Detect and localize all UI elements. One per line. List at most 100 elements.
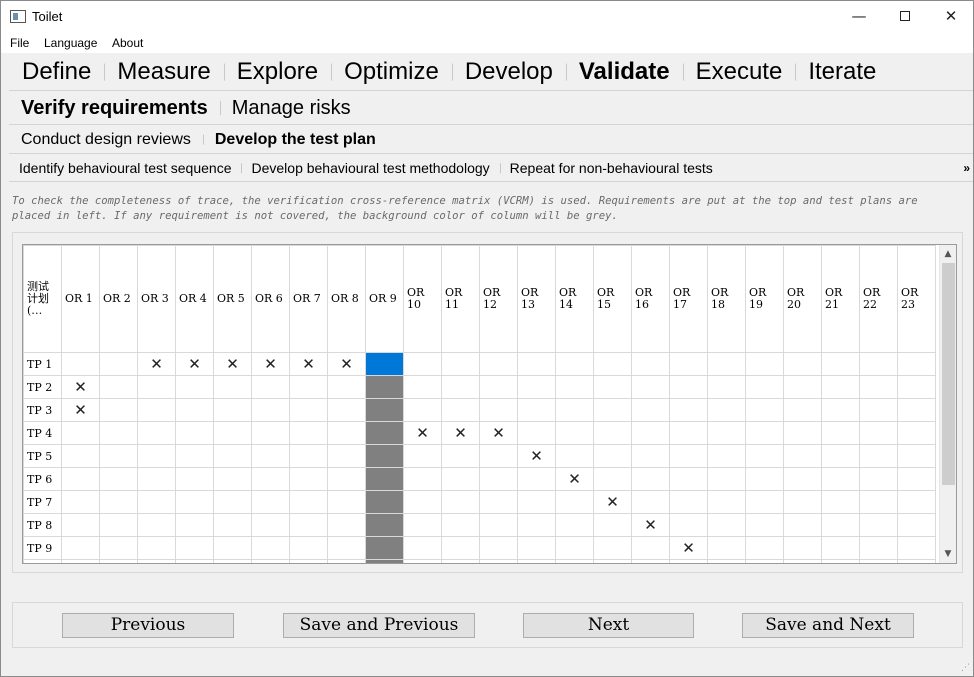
matrix-cell[interactable] xyxy=(821,421,860,445)
matrix-cell[interactable] xyxy=(669,444,708,468)
matrix-cell[interactable] xyxy=(251,536,290,560)
matrix-cell[interactable] xyxy=(327,490,366,514)
matrix-cell[interactable] xyxy=(555,513,594,537)
matrix-cell[interactable] xyxy=(251,513,290,537)
matrix-cell[interactable] xyxy=(213,421,252,445)
matrix-cell[interactable] xyxy=(99,467,138,491)
tab-define[interactable]: Define xyxy=(9,58,104,86)
matrix-cell[interactable] xyxy=(821,490,860,514)
matrix-cell[interactable]: ✕ xyxy=(289,352,328,376)
matrix-cell[interactable] xyxy=(783,536,822,560)
matrix-cell[interactable] xyxy=(175,421,214,445)
matrix-cell[interactable] xyxy=(593,398,632,422)
matrix-cell[interactable] xyxy=(821,467,860,491)
tab-conduct-design-reviews[interactable]: Conduct design reviews xyxy=(9,131,203,149)
matrix-cell[interactable] xyxy=(213,467,252,491)
matrix-cell[interactable] xyxy=(327,398,366,422)
matrix-cell[interactable] xyxy=(289,559,328,563)
matrix-cell[interactable] xyxy=(669,375,708,399)
matrix-cell[interactable] xyxy=(441,559,480,563)
matrix-cell[interactable] xyxy=(783,375,822,399)
save-and-previous-button[interactable]: Save and Previous xyxy=(283,613,475,638)
matrix-cell[interactable] xyxy=(61,490,100,514)
matrix-cell[interactable] xyxy=(745,536,784,560)
matrix-cell[interactable] xyxy=(821,444,860,468)
matrix-cell[interactable] xyxy=(517,467,556,491)
tab-repeat-for-non-behavioural-tests[interactable]: Repeat for non-behavioural tests xyxy=(500,160,723,176)
matrix-cell[interactable] xyxy=(593,559,632,563)
matrix-cell[interactable] xyxy=(479,559,518,563)
matrix-cell[interactable] xyxy=(821,398,860,422)
matrix-cell[interactable] xyxy=(593,352,632,376)
tab-execute[interactable]: Execute xyxy=(683,58,796,86)
matrix-cell[interactable] xyxy=(251,398,290,422)
matrix-cell[interactable] xyxy=(61,536,100,560)
matrix-cell[interactable] xyxy=(289,467,328,491)
matrix-cell[interactable] xyxy=(745,467,784,491)
tab-measure[interactable]: Measure xyxy=(104,58,223,86)
matrix-cell[interactable] xyxy=(859,490,898,514)
tab-develop-the-test-plan[interactable]: Develop the test plan xyxy=(203,131,388,149)
matrix-cell[interactable] xyxy=(403,444,442,468)
matrix-cell[interactable] xyxy=(555,490,594,514)
matrix-cell[interactable] xyxy=(137,536,176,560)
matrix-cell[interactable] xyxy=(99,513,138,537)
save-and-next-button[interactable]: Save and Next xyxy=(742,613,914,638)
matrix-cell[interactable] xyxy=(403,536,442,560)
matrix-cell[interactable] xyxy=(441,352,480,376)
matrix-cell[interactable] xyxy=(327,536,366,560)
matrix-cell[interactable] xyxy=(859,398,898,422)
matrix-cell[interactable] xyxy=(669,513,708,537)
matrix-cell[interactable] xyxy=(631,421,670,445)
matrix-cell[interactable] xyxy=(251,375,290,399)
matrix-cell[interactable] xyxy=(897,398,936,422)
matrix-cell[interactable] xyxy=(859,536,898,560)
matrix-cell[interactable] xyxy=(479,490,518,514)
matrix-cell[interactable] xyxy=(175,398,214,422)
matrix-cell[interactable] xyxy=(137,421,176,445)
matrix-cell[interactable] xyxy=(707,513,746,537)
previous-button[interactable]: Previous xyxy=(62,613,234,638)
matrix-cell[interactable] xyxy=(707,421,746,445)
matrix-cell[interactable] xyxy=(441,467,480,491)
matrix-cell[interactable] xyxy=(251,421,290,445)
matrix-cell[interactable]: ✕ xyxy=(403,421,442,445)
matrix-cell[interactable] xyxy=(327,375,366,399)
matrix-cell[interactable] xyxy=(593,444,632,468)
matrix-cell[interactable] xyxy=(783,490,822,514)
matrix-cell[interactable] xyxy=(631,444,670,468)
matrix-cell[interactable]: ✕ xyxy=(213,352,252,376)
matrix-cell[interactable] xyxy=(593,375,632,399)
tab-validate[interactable]: Validate xyxy=(566,58,683,86)
matrix-cell[interactable] xyxy=(669,467,708,491)
matrix-cell[interactable]: ✕ xyxy=(175,352,214,376)
matrix-cell[interactable] xyxy=(441,513,480,537)
matrix-cell[interactable] xyxy=(137,398,176,422)
matrix-cell[interactable] xyxy=(821,559,860,563)
matrix-cell[interactable] xyxy=(517,513,556,537)
matrix-cell[interactable] xyxy=(365,490,404,514)
resize-grip-icon[interactable]: ⋰ xyxy=(961,663,970,673)
matrix-cell[interactable] xyxy=(783,559,822,563)
matrix-cell[interactable] xyxy=(707,398,746,422)
matrix-cell[interactable] xyxy=(403,375,442,399)
matrix-cell[interactable] xyxy=(707,559,746,563)
matrix-cell[interactable] xyxy=(99,375,138,399)
matrix-cell[interactable] xyxy=(479,375,518,399)
matrix-cell[interactable] xyxy=(213,490,252,514)
matrix-cell[interactable] xyxy=(251,559,290,563)
matrix-cell[interactable] xyxy=(137,490,176,514)
matrix-cell[interactable] xyxy=(327,444,366,468)
matrix-cell[interactable] xyxy=(783,398,822,422)
matrix-cell[interactable] xyxy=(517,490,556,514)
matrix-cell[interactable] xyxy=(783,421,822,445)
matrix-cell[interactable] xyxy=(745,421,784,445)
matrix-cell[interactable] xyxy=(707,467,746,491)
matrix-cell[interactable] xyxy=(61,513,100,537)
matrix-cell[interactable] xyxy=(593,421,632,445)
matrix-cell[interactable] xyxy=(783,444,822,468)
matrix-cell[interactable] xyxy=(99,559,138,563)
matrix-cell[interactable] xyxy=(479,444,518,468)
matrix-cell[interactable] xyxy=(745,444,784,468)
matrix-cell[interactable] xyxy=(137,467,176,491)
